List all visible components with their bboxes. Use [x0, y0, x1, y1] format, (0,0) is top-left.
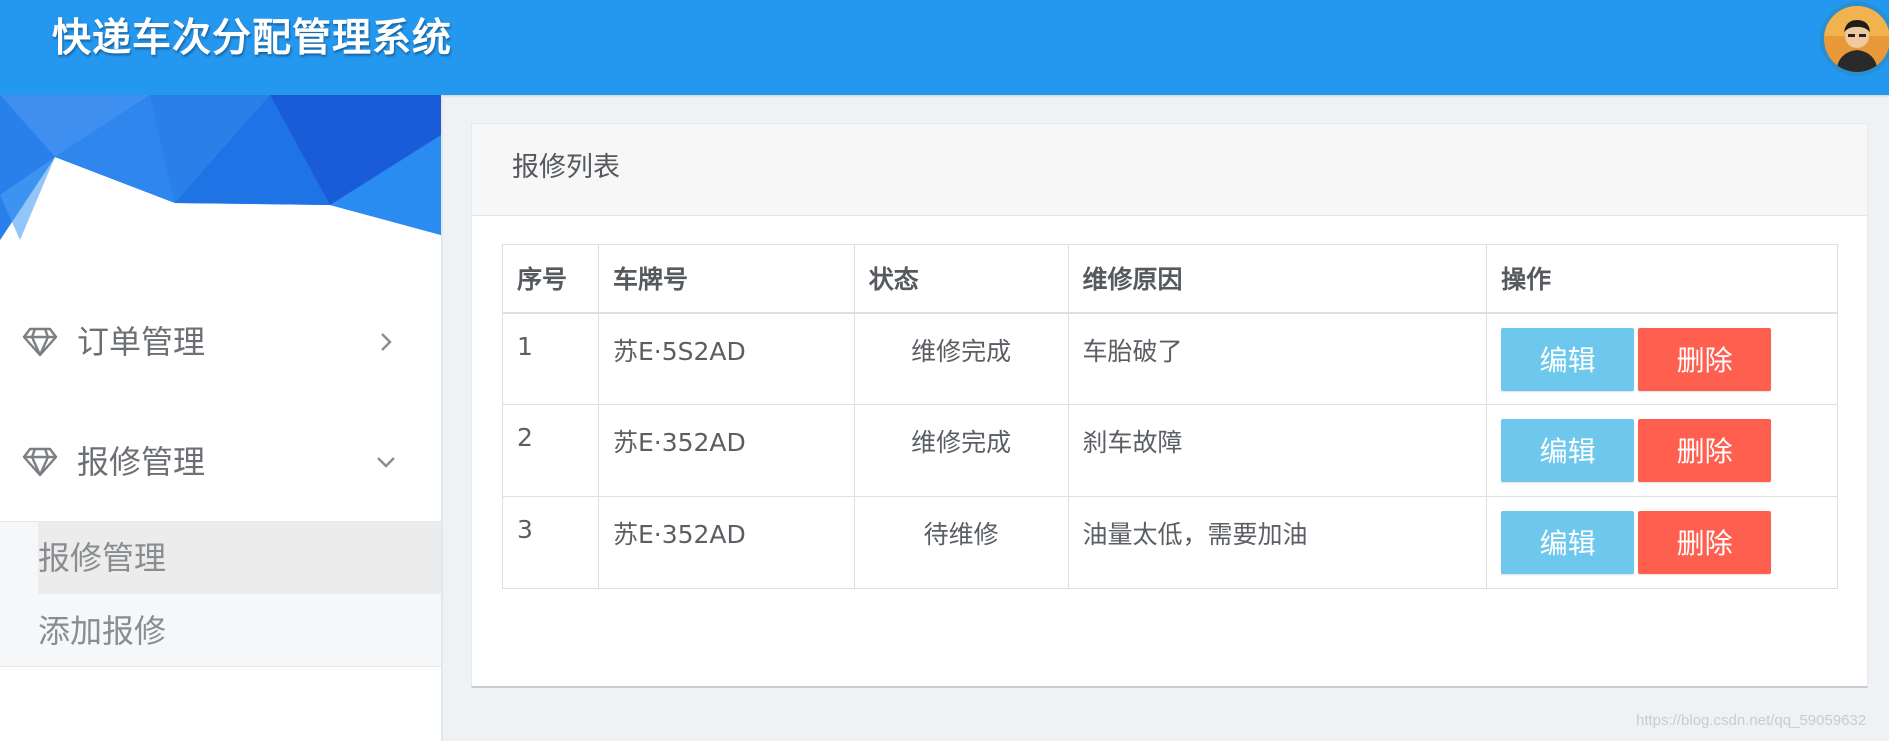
- menu-repair-management[interactable]: 报修管理: [0, 422, 441, 502]
- panel-header: 报修列表: [472, 124, 1867, 216]
- repair-table: 序号 车牌号 状态 维修原因 操作 1 苏E·5S2AD 维修完成 车胎破了 编…: [502, 244, 1838, 589]
- cell-actions: 编辑 删除: [1486, 496, 1838, 589]
- table-row: 3 苏E·352AD 待维修 油量太低，需要加油 编辑 删除: [502, 496, 1838, 589]
- cell-reason: 车胎破了: [1067, 312, 1488, 405]
- cell-actions: 编辑 删除: [1486, 404, 1838, 497]
- cell-status: 维修完成: [853, 404, 1069, 497]
- sidebar: 订单管理 报修管理 报修管理 添加报修: [0, 95, 443, 741]
- avatar-icon: [1824, 6, 1889, 72]
- cell-plate: 苏E·5S2AD: [597, 312, 855, 405]
- column-header-reason: 维修原因: [1067, 244, 1488, 314]
- sidebar-banner: [0, 95, 441, 240]
- cell-actions: 编辑 删除: [1486, 312, 1838, 405]
- column-header-index: 序号: [502, 244, 599, 314]
- table-row: 1 苏E·5S2AD 维修完成 车胎破了 编辑 删除: [502, 312, 1838, 405]
- edit-button[interactable]: 编辑: [1501, 511, 1635, 574]
- menu-label: 订单管理: [77, 323, 206, 361]
- column-header-status: 状态: [853, 244, 1069, 314]
- column-header-actions: 操作: [1486, 244, 1838, 314]
- user-avatar[interactable]: [1820, 2, 1889, 76]
- cell-plate: 苏E·352AD: [597, 404, 855, 497]
- cell-index: 2: [502, 404, 599, 497]
- menu-label: 报修管理: [77, 443, 206, 481]
- cell-status: 待维修: [853, 496, 1069, 589]
- panel-title: 报修列表: [512, 152, 620, 183]
- table-header-row: 序号 车牌号 状态 维修原因 操作: [502, 244, 1838, 314]
- chevron-down-icon: [377, 457, 395, 468]
- diamond-icon: [22, 327, 58, 357]
- table-row: 2 苏E·352AD 维修完成 刹车故障 编辑 删除: [502, 404, 1838, 497]
- watermark: https://blog.csdn.net/qq_59059632: [1636, 712, 1867, 729]
- app-title: 快递车次分配管理系统: [52, 16, 453, 61]
- submenu-label: 报修管理: [38, 539, 167, 577]
- delete-button[interactable]: 删除: [1638, 327, 1772, 391]
- delete-button[interactable]: 删除: [1638, 419, 1772, 482]
- cell-reason: 刹车故障: [1067, 404, 1488, 497]
- repair-list-panel: 报修列表 序号 车牌号 状态 维修原因 操作 1 苏E·5S2AD 维修完成 车: [471, 123, 1868, 688]
- edit-button[interactable]: 编辑: [1501, 419, 1635, 482]
- menu-order-management[interactable]: 订单管理: [0, 302, 441, 382]
- submenu-label: 添加报修: [38, 612, 167, 650]
- top-header: 快递车次分配管理系统: [0, 0, 1889, 95]
- cell-plate: 苏E·352AD: [597, 496, 855, 589]
- edit-button[interactable]: 编辑: [1501, 327, 1635, 391]
- repair-submenu: 报修管理 添加报修: [0, 521, 441, 667]
- chevron-right-icon: [381, 333, 392, 351]
- cell-index: 1: [502, 312, 599, 405]
- cell-reason: 油量太低，需要加油: [1067, 496, 1488, 589]
- submenu-item-repair-list[interactable]: 报修管理: [38, 522, 441, 594]
- delete-button[interactable]: 删除: [1638, 511, 1772, 574]
- diamond-icon: [22, 447, 58, 477]
- cell-index: 3: [502, 496, 599, 589]
- column-header-plate: 车牌号: [597, 244, 855, 314]
- cell-status: 维修完成: [853, 312, 1069, 405]
- banner-graphic: [0, 95, 441, 240]
- submenu-item-add-repair[interactable]: 添加报修: [0, 595, 441, 667]
